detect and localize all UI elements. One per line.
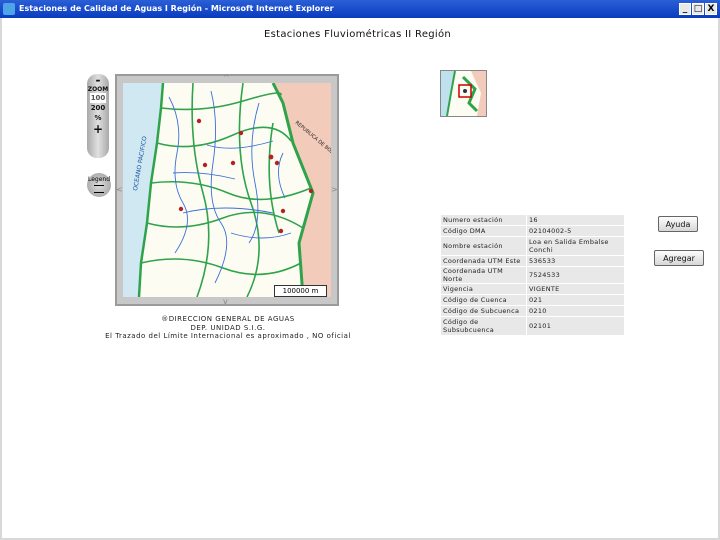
page-title: Estaciones Fluviométricas II Región [264, 29, 452, 40]
label-utm-east: Coordenada UTM Este [440, 255, 527, 267]
ie-icon [3, 3, 15, 15]
value-station-name: Loa en Salida Embalse Conchi [526, 236, 625, 256]
value-basin-code: 021 [526, 294, 625, 306]
label-subsubbasin-code: Código de Subsubcuenca [440, 316, 527, 336]
zoom-control: - ZOOM 100 200 % + [87, 74, 109, 158]
maximize-button[interactable]: □ [692, 3, 704, 15]
value-dma-code: 02104002-5 [526, 225, 625, 237]
map-credit: ®DIRECCION GENERAL DE AGUAS DEP. UNIDAD … [58, 315, 398, 341]
window-titlebar: Estaciones de Calidad de Aguas I Región … [0, 0, 720, 18]
label-subbasin-code: Código de Subcuenca [440, 305, 527, 317]
value-subsubbasin-code: 02101 [526, 316, 625, 336]
region-map[interactable]: OCEANO PACIFICO REPUBLICA DE BOLIVIA [123, 83, 331, 297]
zoom-in-button[interactable]: + [87, 123, 109, 135]
credit-line-2: DEP. UNIDAD S.I.G. [190, 323, 266, 332]
zoom-level-100[interactable]: 100 [90, 93, 106, 103]
credit-line-1: ®DIRECCION GENERAL DE AGUAS [161, 315, 295, 323]
scale-bar: 100000 m [274, 285, 327, 297]
help-button[interactable]: Ayuda [658, 216, 698, 232]
label-dma-code: Código DMA [440, 225, 527, 237]
credit-line-3: El Trazado del Límite Internacional es a… [105, 332, 351, 340]
add-button[interactable]: Agregar [654, 250, 704, 266]
pan-left-arrow-icon[interactable]: < [116, 186, 123, 194]
value-subbasin-code: 0210 [526, 305, 625, 317]
minimize-button[interactable]: _ [679, 3, 691, 15]
close-button[interactable]: X [705, 3, 717, 15]
map-viewer[interactable]: ^ v < > OCEANO PACIFICO 100000 m [115, 74, 339, 306]
zoom-level-200[interactable]: 200 [87, 103, 109, 113]
label-utm-north: Coordenada UTM Norte [440, 266, 527, 284]
pan-down-arrow-icon[interactable]: v [223, 298, 228, 306]
window-title: Estaciones de Calidad de Aguas I Región … [19, 4, 334, 13]
label-station-number: Numero estación [440, 214, 527, 226]
zoom-out-button[interactable]: - [87, 74, 109, 86]
legend-label: Legend [87, 176, 111, 183]
label-status: Vigencia [440, 283, 527, 295]
value-station-number: 16 [526, 214, 625, 226]
value-utm-east: 536533 [526, 255, 625, 267]
label-station-name: Nombre estación [440, 236, 527, 256]
legend-button[interactable]: Legend [87, 173, 111, 197]
label-basin-code: Código de Cuenca [440, 294, 527, 306]
value-utm-north: 7524533 [526, 266, 625, 284]
zoom-label: ZOOM [87, 86, 109, 93]
value-status: VIGENTE [526, 283, 625, 295]
station-info-table: Numero estación 16 Código DMA 02104002-5 N… [440, 214, 625, 336]
pan-up-arrow-icon[interactable]: ^ [223, 74, 230, 82]
overview-map-thumbnail[interactable] [440, 70, 487, 117]
page-content: Estaciones Fluviométricas II Región - ZO… [0, 18, 720, 540]
pan-right-arrow-icon[interactable]: > [331, 186, 338, 194]
legend-icon [94, 185, 104, 193]
